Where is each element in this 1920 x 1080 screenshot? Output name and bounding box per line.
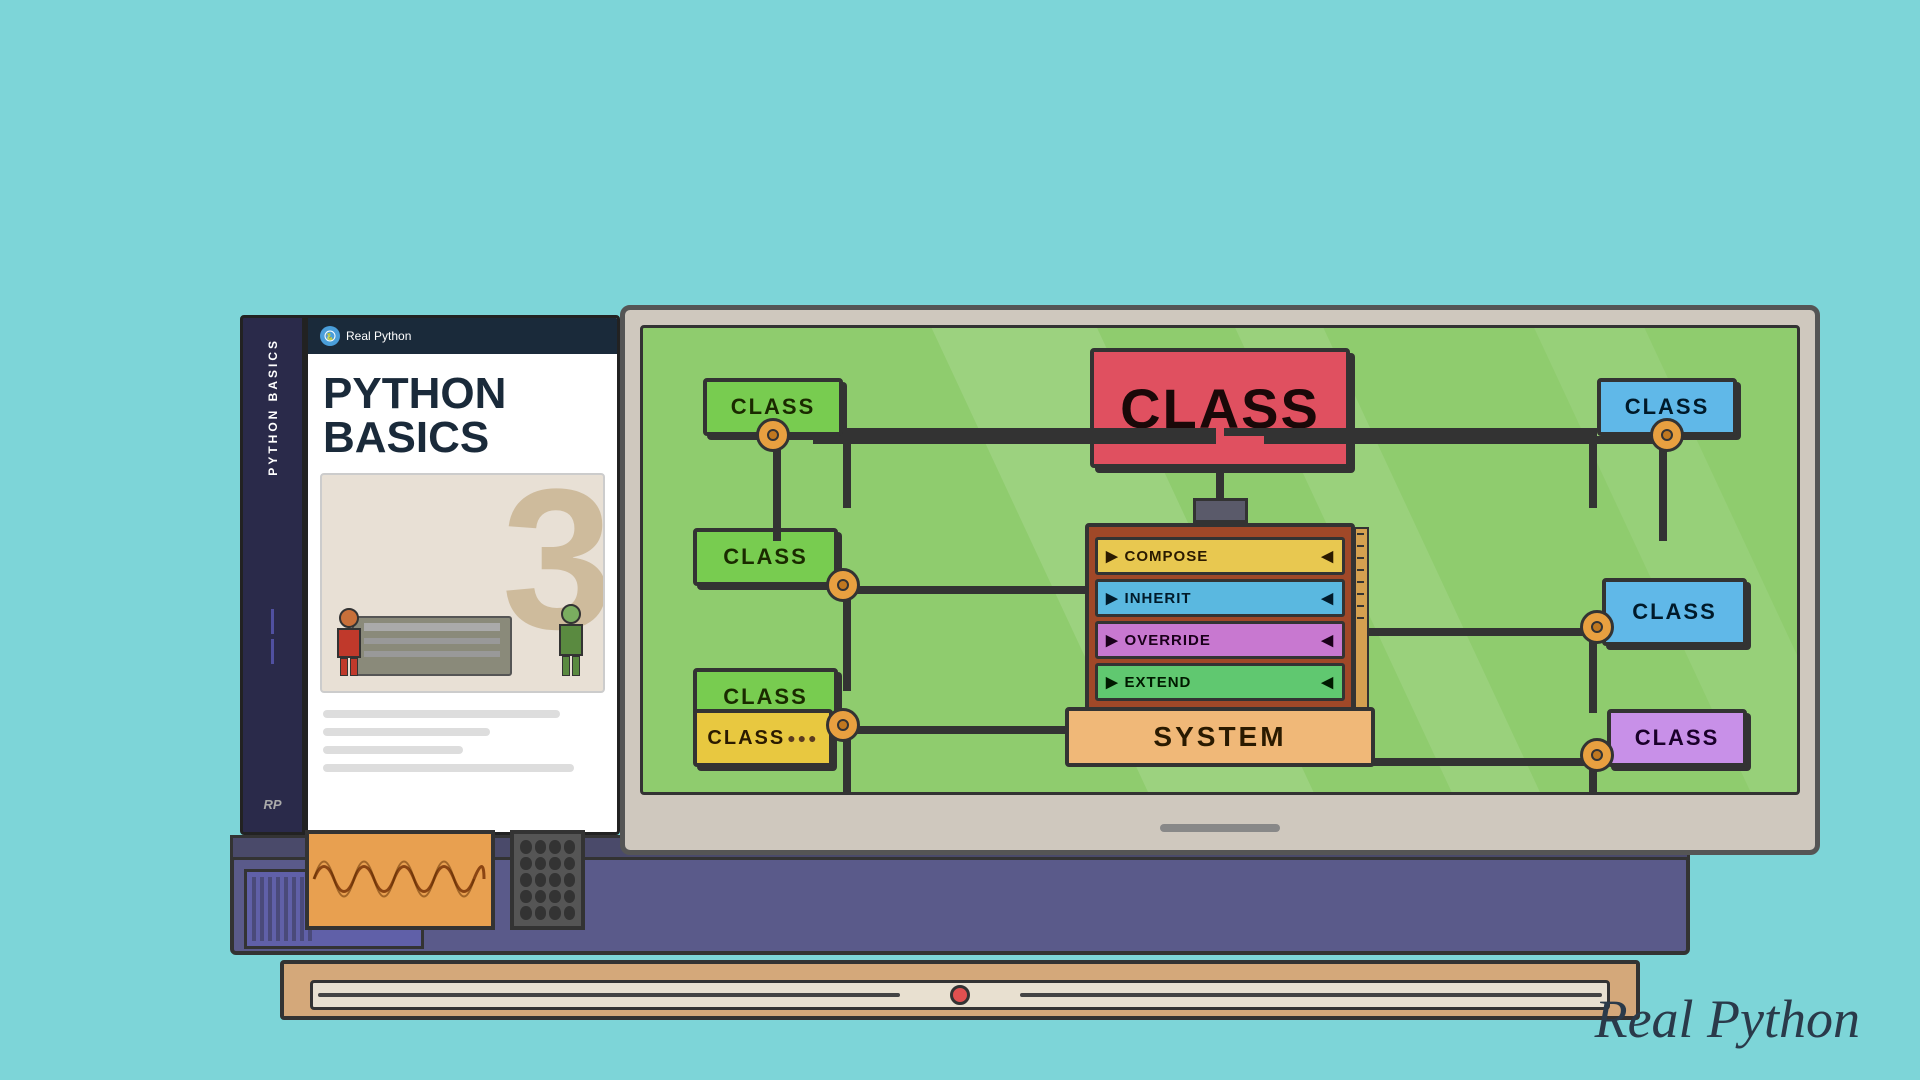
- monitor-screen: CLASS: [640, 325, 1800, 795]
- slot-override-arrow-left: ▶: [1106, 631, 1119, 649]
- slot-extend-arrow-right: ◀: [1321, 673, 1334, 691]
- book-container: PYTHON BASICS RP 🐍 Real Python PYTHON BA…: [240, 315, 620, 835]
- system-label: SYSTEM: [1153, 721, 1286, 753]
- pipe-horiz-right-top: [1224, 428, 1597, 436]
- class-box-right-mid: CLASS: [1602, 578, 1747, 646]
- slot-override: ▶ OVERRIDE ◀: [1095, 621, 1345, 659]
- slot-compose-label: COMPOSE: [1125, 548, 1209, 565]
- real-python-icon: 🐍: [320, 326, 340, 346]
- slot-extend: ▶ EXTEND ◀: [1095, 663, 1345, 701]
- cover-line-3: [323, 746, 463, 754]
- machine-illus: [352, 616, 512, 676]
- monitor-container: CLASS: [620, 305, 1820, 855]
- progress-track-right: [1020, 993, 1602, 997]
- book-title-line1: PYTHON: [323, 372, 602, 416]
- tower-main-body: ▶ COMPOSE ◀ ▶ INHERIT ◀ ▶ OVERRIDE ◀: [1085, 523, 1355, 715]
- book-cover-header: 🐍 Real Python: [308, 318, 617, 354]
- slot-compose-arrow-right: ◀: [1321, 547, 1334, 565]
- pipe-horiz-left-top: [843, 428, 1216, 436]
- svg-text:🐍: 🐍: [326, 332, 335, 341]
- progress-dot[interactable]: [950, 985, 970, 1005]
- book-spine-lines: [271, 609, 274, 664]
- speaker-dot: [520, 840, 532, 854]
- cover-line-2: [323, 728, 490, 736]
- lamp-right-3: [1580, 738, 1614, 772]
- book-title-area: PYTHON BASICS: [308, 354, 617, 468]
- book-illustration: 3: [320, 473, 605, 693]
- central-tower: ▶ COMPOSE ◀ ▶ INHERIT ◀ ▶ OVERRIDE ◀: [1085, 498, 1355, 715]
- slot-compose-arrow-left: ▶: [1106, 547, 1119, 565]
- slot-override-label: OVERRIDE: [1125, 632, 1211, 649]
- cover-line-1: [323, 710, 560, 718]
- system-bar: SYSTEM: [1065, 707, 1375, 767]
- book-number: 3: [502, 473, 605, 660]
- class-box-bottom-left: CLASS●●●: [693, 709, 833, 767]
- lamp-left-1: [756, 418, 790, 452]
- book-text-lines: [308, 698, 617, 784]
- lamp-left-3: [826, 708, 860, 742]
- pipe-right-h1: [1264, 436, 1667, 444]
- slot-inherit-arrow-right: ◀: [1321, 589, 1334, 607]
- branding-area: Real Python: [1595, 988, 1860, 1050]
- slot-compose: ▶ COMPOSE ◀: [1095, 537, 1345, 575]
- speaker-grid: [510, 830, 585, 930]
- book-title-line2: BASICS: [323, 416, 602, 460]
- lamp-right-2: [1580, 610, 1614, 644]
- cover-line-4: [323, 764, 574, 772]
- waveform-display: [305, 830, 495, 930]
- class-box-mid-left: CLASS: [693, 528, 838, 586]
- lamp-right-1: [1650, 418, 1684, 452]
- worker2: [559, 604, 583, 676]
- slot-inherit-label: INHERIT: [1125, 590, 1192, 607]
- main-class-title-box: CLASS: [1090, 348, 1350, 468]
- book-cover: 🐍 Real Python PYTHON BASICS 3: [305, 315, 620, 835]
- book-spine-logo: RP: [263, 797, 281, 812]
- book-brand-label: Real Python: [346, 329, 411, 343]
- slot-override-arrow-right: ◀: [1321, 631, 1334, 649]
- tower-ruler: [1354, 527, 1369, 711]
- progress-bar-container[interactable]: [310, 980, 1610, 1010]
- slot-inherit: ▶ INHERIT ◀: [1095, 579, 1345, 617]
- worker1: [337, 608, 361, 676]
- tower-top-connector: [1193, 498, 1248, 523]
- monitor-frame: CLASS: [620, 305, 1820, 855]
- progress-track-left: [318, 993, 900, 997]
- slot-extend-label: EXTEND: [1125, 674, 1192, 691]
- pipe-left-h1: [813, 436, 1216, 444]
- slot-extend-arrow-left: ▶: [1106, 673, 1119, 691]
- book-spine-title: PYTHON BASICS: [266, 338, 280, 476]
- book-spine: PYTHON BASICS RP: [240, 315, 305, 835]
- class-box-bottom-right: CLASS: [1607, 709, 1747, 767]
- lamp-left-2: [826, 568, 860, 602]
- waveform-svg: [309, 834, 489, 924]
- monitor-indicator: [1160, 824, 1280, 832]
- branding-text: Real Python: [1595, 988, 1860, 1050]
- slot-inherit-arrow-left: ▶: [1106, 589, 1119, 607]
